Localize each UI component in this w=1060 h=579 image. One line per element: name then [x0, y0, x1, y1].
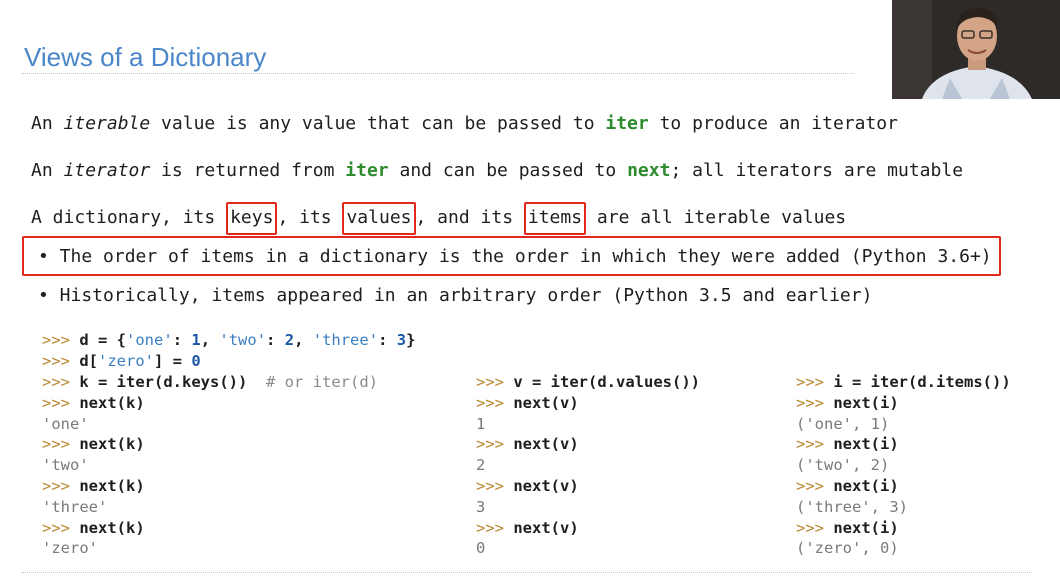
code-number: 3 — [396, 331, 407, 349]
prompt: >>> — [476, 393, 504, 412]
text-run: , its — [277, 207, 343, 228]
values-iter-statement: v = iter(d.values()) — [513, 373, 700, 391]
code-token: } — [406, 331, 416, 349]
keys-iter-statement: k = iter(d.keys()) — [79, 373, 248, 391]
presenter-image — [892, 0, 1060, 99]
prompt: >>> — [476, 373, 504, 391]
prompt: >>> — [796, 435, 824, 454]
next-call: next(v) — [513, 518, 579, 537]
output-value: 'two' — [42, 456, 89, 475]
text-run: , and its — [415, 207, 524, 228]
footer-divider — [22, 572, 1032, 573]
title-divider — [22, 73, 854, 74]
dictionary-views-statement: A dictionary, its keys, its values, and … — [31, 202, 847, 235]
next-call: next(k) — [79, 435, 145, 454]
presenter-video — [892, 0, 1060, 99]
code-token: d = { — [79, 331, 127, 349]
code-token: , — [200, 331, 220, 349]
output-value: ('zero', 0) — [796, 539, 899, 558]
slide-title: Views of a Dictionary — [24, 42, 267, 72]
prompt: >>> — [476, 476, 504, 495]
items-highlight: items — [523, 202, 587, 235]
prompt: >>> — [42, 393, 70, 412]
next-call: next(v) — [513, 393, 579, 412]
bullet-historical-order: • Historically, items appeared in an arb… — [38, 285, 873, 306]
prompt: >>> — [42, 352, 70, 370]
text-run: ; all iterators are mutable — [670, 160, 964, 181]
output-value: 'zero' — [42, 539, 98, 558]
code-string: 'one' — [126, 331, 173, 349]
prompt: >>> — [42, 518, 70, 537]
text-run: to produce an iterator — [648, 113, 898, 134]
prompt: >>> — [42, 373, 70, 391]
text-run: and can be passed to — [388, 160, 628, 181]
output-value: ('one', 1) — [796, 414, 890, 433]
code-number: 1 — [191, 331, 201, 349]
keyword-iter: iter — [605, 113, 649, 134]
output-value: 'three' — [42, 497, 108, 516]
code-token: : — [378, 331, 397, 349]
code-string: 'two' — [219, 331, 267, 349]
prompt: >>> — [796, 476, 824, 495]
output-value: ('three', 3) — [796, 497, 908, 516]
code-line-dict-def: >>> d = {'one': 1, 'two': 2, 'three': 3} — [42, 330, 415, 351]
next-call: next(k) — [79, 518, 145, 537]
text-run: are all iterable values — [586, 207, 847, 228]
text-run: is returned from — [150, 160, 346, 181]
text-run: value is any value that can be passed to — [150, 113, 606, 134]
keys-stmt-line: >>> k = iter(d.keys()) # or iter(d) — [42, 373, 378, 391]
output-value: ('two', 2) — [796, 456, 890, 475]
code-number: 0 — [191, 352, 201, 370]
keys-column: >>> k = iter(d.keys()) # or iter(d) >>> … — [42, 372, 378, 559]
values-highlight: values — [342, 202, 416, 235]
output-value: 3 — [476, 497, 486, 516]
next-call: next(v) — [513, 476, 579, 495]
prompt: >>> — [42, 435, 70, 454]
items-column: >>> i = iter(d.items()) >>> next(i) ('on… — [796, 372, 1011, 559]
code-number: 2 — [284, 331, 295, 349]
prompt: >>> — [476, 518, 504, 537]
code-token: ] = — [154, 352, 192, 370]
prompt: >>> — [476, 435, 504, 454]
prompt: >>> — [796, 393, 824, 412]
values-column: >>> v = iter(d.values()) >>> next(v) 1 >… — [476, 372, 700, 559]
code-token: d[ — [79, 352, 99, 370]
next-call: next(k) — [79, 476, 145, 495]
term-iterator: iterator — [63, 160, 151, 181]
code-string: 'three' — [312, 331, 379, 349]
term-iterable: iterable — [63, 113, 151, 134]
code-string: 'zero' — [98, 352, 155, 370]
next-call: next(v) — [513, 435, 579, 454]
next-call: next(i) — [833, 476, 899, 495]
prompt: >>> — [42, 476, 70, 495]
prompt: >>> — [796, 518, 824, 537]
output-value: 2 — [476, 456, 486, 475]
output-value: 1 — [476, 414, 486, 433]
next-call: next(i) — [833, 435, 899, 454]
items-iter-statement: i = iter(d.items()) — [833, 373, 1011, 391]
code-token: , — [294, 331, 313, 349]
iterable-definition: An iterable value is any value that can … — [31, 113, 898, 135]
code-line-add-zero: >>> d['zero'] = 0 — [42, 351, 201, 372]
keyword-iter: iter — [345, 160, 389, 181]
text-run: A dictionary, its — [31, 207, 227, 228]
output-value: 0 — [476, 539, 486, 558]
keyword-next: next — [627, 160, 671, 181]
text-run: An — [31, 113, 64, 134]
next-call: next(i) — [833, 518, 899, 537]
code-comment: # or iter(d) — [266, 373, 378, 391]
prompt: >>> — [42, 331, 70, 349]
code-token: : — [266, 331, 285, 349]
bullet-insertion-order: • The order of items in a dictionary is … — [38, 246, 992, 267]
code-token: : — [172, 331, 192, 349]
iterator-definition: An iterator is returned from iter and ca… — [31, 160, 963, 182]
keys-highlight: keys — [226, 202, 278, 235]
next-call: next(i) — [833, 393, 899, 412]
prompt: >>> — [796, 373, 824, 391]
text-run: An — [31, 160, 64, 181]
output-value: 'one' — [42, 414, 89, 433]
next-call: next(k) — [79, 393, 145, 412]
